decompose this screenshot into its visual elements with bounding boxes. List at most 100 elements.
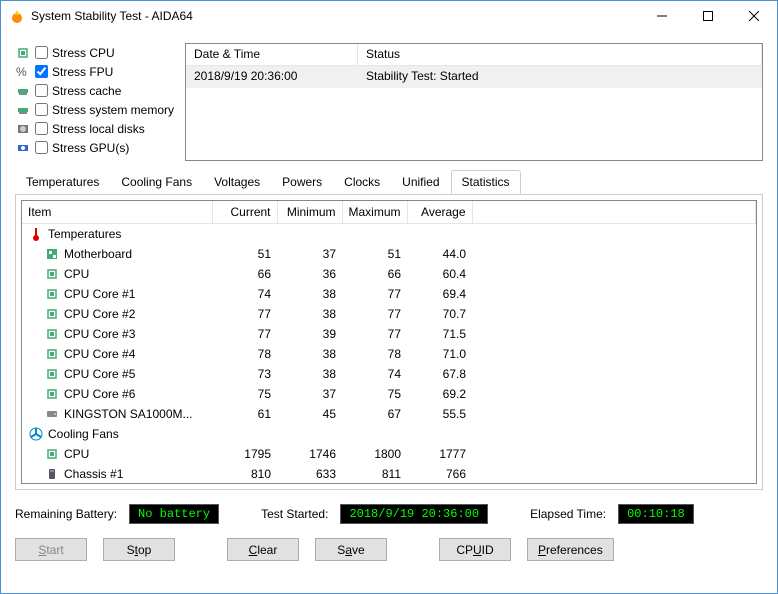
preferences-button[interactable]: Preferences xyxy=(527,538,614,561)
stats-group-row[interactable]: Cooling Fans xyxy=(22,424,756,444)
stress-option[interactable]: %Stress FPU xyxy=(15,62,175,81)
stress-option[interactable]: Stress cache xyxy=(15,81,175,100)
val-minimum: 38 xyxy=(277,344,342,364)
log-header-status[interactable]: Status xyxy=(358,44,762,65)
val-maximum: 67 xyxy=(342,404,407,424)
maximize-button[interactable] xyxy=(685,1,731,31)
cpuid-button[interactable]: CPUID xyxy=(439,538,511,561)
stats-row[interactable]: Motherboard51375144.0 xyxy=(22,244,756,264)
tab-temperatures[interactable]: Temperatures xyxy=(15,170,110,194)
tab-cooling-fans[interactable]: Cooling Fans xyxy=(110,170,203,194)
gpu-icon xyxy=(15,140,31,156)
val-average: 70.7 xyxy=(407,304,472,324)
log-header-datetime[interactable]: Date & Time xyxy=(186,44,358,65)
stats-row[interactable]: CPU66366660.4 xyxy=(22,264,756,284)
stats-row[interactable]: CPU Core #174387769.4 xyxy=(22,284,756,304)
val-minimum: 39 xyxy=(277,324,342,344)
stress-checkbox[interactable] xyxy=(35,141,48,154)
stats-group-row[interactable]: Temperatures xyxy=(22,224,756,245)
col-average[interactable]: Average xyxy=(407,201,472,224)
val-maximum: 77 xyxy=(342,304,407,324)
stress-checkbox[interactable] xyxy=(35,46,48,59)
item-name: CPU Core #5 xyxy=(64,367,135,381)
val-minimum: 38 xyxy=(277,304,342,324)
chip-icon xyxy=(44,306,60,322)
val-average: 71.0 xyxy=(407,344,472,364)
stress-label: Stress CPU xyxy=(52,46,115,60)
stats-table: Item Current Minimum Maximum Average Tem… xyxy=(22,201,756,484)
stats-row[interactable]: CPU Core #573387467.8 xyxy=(22,364,756,384)
val-minimum: 633 xyxy=(277,464,342,484)
stats-row[interactable]: KINGSTON SA1000M...61456755.5 xyxy=(22,404,756,424)
chip-icon xyxy=(44,386,60,402)
col-item[interactable]: Item xyxy=(22,201,212,224)
stop-button[interactable]: Stop xyxy=(103,538,175,561)
stats-row[interactable]: CPU Core #277387770.7 xyxy=(22,304,756,324)
stress-option[interactable]: Stress GPU(s) xyxy=(15,138,175,157)
save-button[interactable]: Save xyxy=(315,538,387,561)
val-maximum: 75 xyxy=(342,384,407,404)
val-minimum: 37 xyxy=(277,384,342,404)
val-average: 67.8 xyxy=(407,364,472,384)
val-maximum: 1800 xyxy=(342,444,407,464)
val-average: 766 xyxy=(407,464,472,484)
col-maximum[interactable]: Maximum xyxy=(342,201,407,224)
clear-button[interactable]: Clear xyxy=(227,538,299,561)
tab-unified[interactable]: Unified xyxy=(391,170,450,194)
group-name: Cooling Fans xyxy=(48,427,119,441)
val-minimum: 45 xyxy=(277,404,342,424)
val-maximum: 51 xyxy=(342,244,407,264)
item-name: KINGSTON SA1000M... xyxy=(64,407,193,421)
minimize-button[interactable] xyxy=(639,1,685,31)
stress-option[interactable]: Stress system memory xyxy=(15,100,175,119)
val-current: 75 xyxy=(212,384,277,404)
stress-checkbox[interactable] xyxy=(35,84,48,97)
item-name: CPU Core #4 xyxy=(64,347,135,361)
stats-table-wrap[interactable]: Item Current Minimum Maximum Average Tem… xyxy=(21,200,757,484)
item-name: Chassis #1 xyxy=(64,467,123,481)
stress-checkbox[interactable] xyxy=(35,122,48,135)
stress-options: Stress CPU%Stress FPUStress cacheStress … xyxy=(15,43,175,161)
val-current: 78 xyxy=(212,344,277,364)
stats-row[interactable]: CPU Core #377397771.5 xyxy=(22,324,756,344)
tab-statistics[interactable]: Statistics xyxy=(451,170,521,194)
stats-row[interactable]: CPU Core #675377569.2 xyxy=(22,384,756,404)
started-value: 2018/9/19 20:36:00 xyxy=(340,504,488,524)
stress-label: Stress FPU xyxy=(52,65,113,79)
col-minimum[interactable]: Minimum xyxy=(277,201,342,224)
stress-option[interactable]: Stress CPU xyxy=(15,43,175,62)
chip-icon xyxy=(44,326,60,342)
log-status: Stability Test: Started xyxy=(358,66,762,88)
chip-icon xyxy=(44,346,60,362)
close-button[interactable] xyxy=(731,1,777,31)
button-row: Start Stop Clear Save CPUID Preferences xyxy=(15,538,763,561)
status-row: Remaining Battery: No battery Test Start… xyxy=(15,504,763,524)
chip-icon xyxy=(44,366,60,382)
val-average: 69.4 xyxy=(407,284,472,304)
chip-icon xyxy=(15,45,31,61)
tab-clocks[interactable]: Clocks xyxy=(333,170,391,194)
stats-row[interactable]: Chassis #1810633811766 xyxy=(22,464,756,484)
log-row[interactable]: 2018/9/19 20:36:00Stability Test: Starte… xyxy=(186,66,762,88)
val-current: 73 xyxy=(212,364,277,384)
item-name: Motherboard xyxy=(64,247,132,261)
log-datetime: 2018/9/19 20:36:00 xyxy=(186,66,358,88)
tab-voltages[interactable]: Voltages xyxy=(203,170,271,194)
val-average: 71.5 xyxy=(407,324,472,344)
window-title: System Stability Test - AIDA64 xyxy=(31,9,639,23)
title-bar: System Stability Test - AIDA64 xyxy=(1,1,777,31)
stress-checkbox[interactable] xyxy=(35,65,48,78)
stress-checkbox[interactable] xyxy=(35,103,48,116)
val-minimum: 1746 xyxy=(277,444,342,464)
val-current: 1795 xyxy=(212,444,277,464)
stress-option[interactable]: Stress local disks xyxy=(15,119,175,138)
stats-row[interactable]: CPU1795174618001777 xyxy=(22,444,756,464)
col-current[interactable]: Current xyxy=(212,201,277,224)
tab-powers[interactable]: Powers xyxy=(271,170,333,194)
item-name: CPU Core #6 xyxy=(64,387,135,401)
val-maximum: 77 xyxy=(342,284,407,304)
val-maximum: 78 xyxy=(342,344,407,364)
stats-row[interactable]: CPU Core #478387871.0 xyxy=(22,344,756,364)
stress-label: Stress local disks xyxy=(52,122,145,136)
val-current: 66 xyxy=(212,264,277,284)
